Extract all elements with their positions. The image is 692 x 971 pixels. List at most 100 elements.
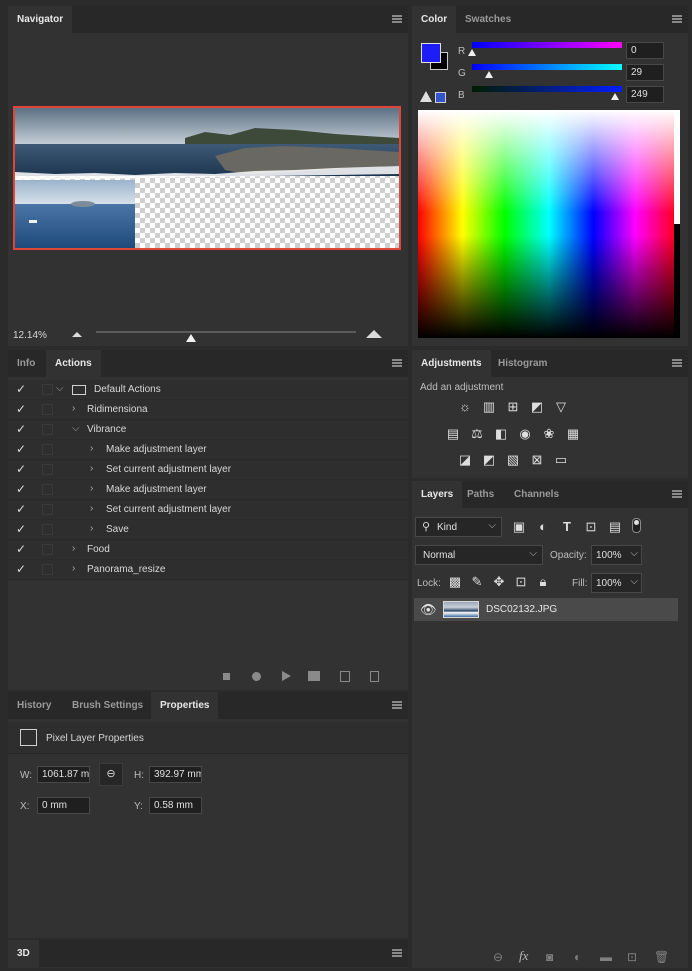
link-layers-icon[interactable]: ⊖ — [493, 951, 503, 963]
panel-menu-icon[interactable] — [392, 701, 402, 709]
channel-g-slider[interactable] — [472, 64, 622, 70]
lock-position-icon[interactable]: ✥ — [491, 574, 507, 590]
trash-icon[interactable] — [370, 671, 379, 682]
color-balance-icon[interactable]: ⚖ — [469, 426, 485, 442]
chevron-right-icon[interactable]: › — [90, 483, 93, 494]
lock-artboard-icon[interactable]: ⊡ — [513, 574, 529, 590]
zoom-out-icon[interactable] — [72, 332, 82, 337]
link-dimensions-button[interactable]: ⊖ — [99, 763, 123, 786]
check-icon[interactable]: ✓ — [16, 463, 27, 475]
dialog-toggle[interactable] — [42, 564, 53, 575]
channel-mixer-icon[interactable]: ❀ — [541, 426, 557, 442]
selective-color-icon[interactable]: ⊠ — [529, 452, 545, 468]
chevron-right-icon[interactable]: › — [72, 403, 75, 414]
tab-histogram[interactable]: Histogram — [489, 350, 556, 377]
x-field[interactable]: 0 mm — [37, 797, 90, 814]
brightness-contrast-icon[interactable]: ☼ — [457, 399, 473, 415]
gradient-map-icon[interactable]: ▭ — [553, 452, 569, 468]
blend-mode-select[interactable]: Normal ⌵ — [415, 545, 543, 565]
lock-transparent-pixels-icon[interactable]: ▩ — [447, 574, 463, 590]
smart-object-filter-icon[interactable]: ▤ — [607, 519, 623, 535]
action-row[interactable]: ✓ › Save — [8, 520, 408, 540]
levels-icon[interactable]: ▥ — [481, 399, 497, 415]
opacity-field[interactable]: 100% ⌵ — [591, 545, 642, 565]
dialog-toggle[interactable] — [42, 424, 53, 435]
check-icon[interactable]: ✓ — [16, 523, 27, 535]
action-row[interactable]: ✓ › Set current adjustment layer — [8, 460, 408, 480]
tab-brush-settings[interactable]: Brush Settings — [63, 692, 152, 719]
delete-layer-icon[interactable]: 🗑︎ — [654, 951, 669, 963]
action-row[interactable]: ✓ › Panorama_resize — [8, 560, 408, 580]
lock-all-icon[interactable]: 🔒︎ — [535, 574, 551, 590]
pixel-filter-icon[interactable]: ▣ — [511, 519, 527, 535]
channel-b-value[interactable]: 249 — [626, 86, 664, 103]
tab-actions[interactable]: Actions — [46, 350, 101, 377]
panel-menu-icon[interactable] — [392, 15, 402, 23]
channel-r-slider[interactable] — [472, 42, 622, 48]
chevron-right-icon[interactable]: › — [90, 443, 93, 454]
gamut-warning-icon[interactable] — [420, 91, 432, 102]
dialog-toggle[interactable] — [42, 404, 53, 415]
color-spectrum[interactable] — [418, 110, 680, 338]
layer-row[interactable]: 👁︎ DSC02132.JPG — [414, 598, 678, 621]
color-lookup-icon[interactable]: ▦ — [565, 426, 581, 442]
tab-paths[interactable]: Paths — [458, 481, 503, 508]
chevron-right-icon[interactable]: › — [72, 543, 75, 554]
chevron-right-icon[interactable]: › — [90, 523, 93, 534]
dialog-toggle[interactable] — [42, 484, 53, 495]
dialog-toggle[interactable] — [42, 524, 53, 535]
check-icon[interactable]: ✓ — [16, 423, 27, 435]
type-filter-icon[interactable]: T — [559, 519, 575, 535]
height-field[interactable]: 392.97 mm — [149, 766, 202, 783]
check-icon[interactable]: ✓ — [16, 443, 27, 455]
new-group-icon[interactable]: ▬ — [600, 951, 612, 963]
tab-properties[interactable]: Properties — [151, 692, 219, 719]
panel-menu-icon[interactable] — [392, 359, 402, 367]
panel-menu-icon[interactable] — [392, 949, 402, 957]
dialog-toggle[interactable] — [42, 544, 53, 555]
dialog-toggle[interactable] — [42, 444, 53, 455]
new-adjustment-layer-icon[interactable]: ◐ — [574, 951, 581, 963]
dialog-toggle[interactable] — [42, 464, 53, 475]
check-icon[interactable]: ✓ — [16, 503, 27, 515]
check-icon[interactable]: ✓ — [16, 383, 27, 395]
zoom-field[interactable]: 12.14% — [13, 330, 47, 341]
fill-field[interactable]: 100% ⌵ — [591, 573, 642, 593]
tab-channels[interactable]: Channels — [505, 481, 568, 508]
tab-layers[interactable]: Layers — [412, 481, 463, 508]
eye-icon[interactable]: 👁︎ — [420, 602, 437, 618]
action-row[interactable]: ✓ › Set current adjustment layer — [8, 500, 408, 520]
action-row[interactable]: ✓ › Food — [8, 540, 408, 560]
panel-menu-icon[interactable] — [672, 490, 682, 498]
tab-swatches[interactable]: Swatches — [456, 6, 520, 33]
tab-adjustments[interactable]: Adjustments — [412, 350, 491, 377]
filter-toggle[interactable] — [632, 518, 641, 533]
zoom-slider-thumb[interactable] — [186, 334, 196, 342]
action-row[interactable]: ✓ ⌵ Vibrance — [8, 420, 408, 440]
panel-menu-icon[interactable] — [672, 15, 682, 23]
stop-icon[interactable] — [223, 673, 230, 680]
new-layer-icon[interactable]: ⊡ — [627, 951, 637, 963]
check-icon[interactable]: ✓ — [16, 403, 27, 415]
tab-history[interactable]: History — [8, 692, 60, 719]
zoom-slider-track[interactable] — [96, 331, 356, 333]
hue-saturation-icon[interactable]: ▤ — [445, 426, 461, 442]
new-set-folder-icon[interactable] — [308, 671, 320, 681]
tab-color[interactable]: Color — [412, 6, 457, 33]
foreground-color-swatch[interactable] — [421, 43, 441, 63]
check-icon[interactable]: ✓ — [16, 563, 27, 575]
lock-image-pixels-icon[interactable]: ✎ — [469, 574, 485, 590]
check-icon[interactable]: ✓ — [16, 543, 27, 555]
dialog-toggle[interactable] — [42, 384, 53, 395]
action-row[interactable]: ✓ › Make adjustment layer — [8, 440, 408, 460]
new-action-icon[interactable] — [340, 671, 350, 682]
posterize-icon[interactable]: ◩ — [481, 452, 497, 468]
channel-b-thumb[interactable] — [611, 93, 619, 100]
curves-icon[interactable]: ⊞ — [505, 399, 521, 415]
filter-kind-select[interactable]: ⚲ Kind ⌵ — [415, 517, 502, 537]
y-field[interactable]: 0.58 mm — [149, 797, 202, 814]
record-icon[interactable] — [252, 672, 261, 681]
action-row[interactable]: ✓ › Ridimensiona — [8, 400, 408, 420]
dialog-toggle[interactable] — [42, 504, 53, 515]
tab-navigator[interactable]: Navigator — [8, 6, 73, 33]
